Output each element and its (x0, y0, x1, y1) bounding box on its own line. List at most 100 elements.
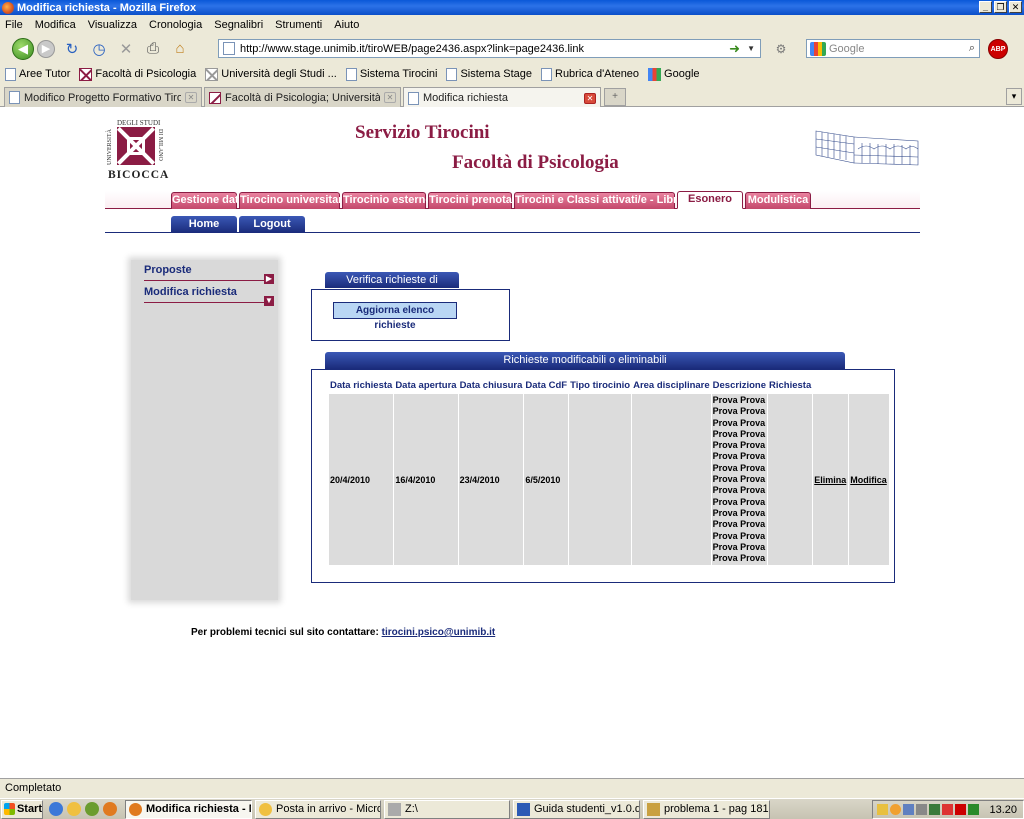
tab-modulistica[interactable]: Modulistica (745, 192, 811, 209)
menu-strumenti[interactable]: Strumenti (275, 19, 322, 31)
browser-tab[interactable]: Modifico Progetto Formativo Tirocinio I.… (4, 87, 202, 107)
cell-tipo-tirocinio (569, 394, 632, 565)
tray-security-icon[interactable] (929, 804, 940, 815)
browser-tab[interactable]: Facoltà di Psicologia; Università di Mil… (204, 87, 401, 107)
restore-button[interactable]: ❐ (994, 1, 1007, 13)
outlook-icon (259, 802, 272, 816)
refresh-requests-button[interactable]: Aggiorna elenco richieste (333, 302, 457, 331)
tray-acrobat-icon[interactable] (942, 804, 953, 815)
taskbar-item-label: Z:\ (405, 803, 418, 815)
bookmark-rubrica[interactable]: Rubrica d'Ateneo (541, 67, 639, 81)
delete-link[interactable]: Elimina (814, 475, 846, 485)
dropdown-icon[interactable]: ▼ (747, 44, 755, 53)
close-tab-icon[interactable]: ✕ (384, 92, 396, 103)
tab-esonero[interactable]: Esonero (677, 191, 743, 209)
clock: 13.20 (989, 803, 1017, 816)
tab-tirocinio-esterno[interactable]: Tirocinio esterno (342, 192, 432, 209)
tab-tirocini-prenotati[interactable]: Tirocini prenotati (428, 192, 519, 209)
tray-volume-icon[interactable] (916, 804, 927, 815)
cell-data-chiusura: 23/4/2010 (458, 394, 524, 565)
cell-data-apertura: 16/4/2010 (394, 394, 458, 565)
cell-data-richiesta: 20/4/2010 (329, 394, 394, 565)
tray-network-icon[interactable] (903, 804, 914, 815)
menu-visualizza[interactable]: Visualizza (88, 19, 137, 31)
start-button[interactable]: Start (1, 799, 43, 819)
page-icon (5, 67, 16, 81)
history-icon[interactable]: ◷ (88, 38, 110, 60)
close-tab-icon[interactable]: ✕ (584, 92, 596, 104)
sidebar-item-modifica-richiesta[interactable]: Modifica richiesta ▼ (144, 286, 274, 306)
window-title-bar: Modifica richiesta - Mozilla Firefox _ ❐… (0, 0, 1024, 15)
print-icon[interactable]: ⎙ (142, 38, 164, 60)
main-navigation: Gestione dati Tirocino universitario Tir… (105, 191, 920, 209)
home-tab[interactable]: Home (171, 216, 237, 233)
address-url: http://www.stage.unimib.it/tiroWEB/page2… (240, 42, 584, 55)
adblock-icon[interactable]: ABP (988, 39, 1008, 59)
tray-antivirus-icon[interactable] (955, 804, 966, 815)
tray-envelope-icon[interactable] (877, 804, 888, 815)
tab-gestione-dati[interactable]: Gestione dati (171, 192, 242, 209)
tray-outlook-icon[interactable] (890, 804, 901, 815)
system-tray: 13.20 (872, 800, 1024, 819)
bookmark-universita[interactable]: Università degli Studi ... (205, 67, 337, 81)
unimib-icon (79, 67, 93, 81)
menu-cronologia[interactable]: Cronologia (149, 19, 202, 31)
taskbar-item[interactable]: Posta in arrivo - Microsof... (255, 799, 381, 819)
home-icon[interactable]: ⌂ (169, 38, 191, 60)
close-tab-icon[interactable]: ✕ (185, 92, 197, 103)
bookmark-label: Università degli Studi ... (221, 68, 337, 80)
edit-link[interactable]: Modifica (850, 475, 887, 485)
google-icon[interactable] (810, 41, 826, 56)
search-icon[interactable]: ⌕ (969, 42, 975, 55)
media-player-icon[interactable] (85, 802, 99, 816)
logout-tab[interactable]: Logout (239, 216, 305, 233)
new-tab-button[interactable]: + (604, 88, 626, 106)
bookmark-facolta-psicologia[interactable]: Facoltà di Psicologia (79, 67, 196, 81)
column-header-empty (849, 378, 889, 393)
menu-file[interactable]: File (5, 19, 23, 31)
stop-icon[interactable]: ✕ (115, 38, 137, 60)
bookmark-aree-tutor[interactable]: Aree Tutor (5, 67, 70, 81)
close-window-button[interactable]: ✕ (1009, 1, 1022, 13)
minimize-button[interactable]: _ (979, 1, 992, 13)
sidebar-item-proposte[interactable]: Proposte ▶ (144, 264, 274, 284)
bookmark-sistema-tirocini[interactable]: Sistema Tirocini (345, 67, 437, 81)
tab-label: Modifico Progetto Formativo Tirocinio I.… (24, 91, 181, 104)
taskbar-item[interactable]: Guida studenti_v1.0.doc... (513, 799, 640, 819)
logo-text-top: DEGLI STUDI (117, 119, 161, 127)
menu-segnalibri[interactable]: Segnalibri (214, 19, 263, 31)
tab-tirocinio-universitario[interactable]: Tirocino universitario (239, 192, 352, 209)
taskbar-item-label: Modifica richiesta - M... (146, 803, 251, 815)
menu-modifica[interactable]: Modifica (35, 19, 76, 31)
ie-icon[interactable] (49, 802, 63, 816)
tray-app-icon[interactable] (968, 804, 979, 815)
taskbar: Start Modifica richiesta - M... Posta in… (0, 798, 1024, 819)
go-arrow-icon[interactable]: ➜ (729, 41, 740, 57)
extension-icon[interactable]: ⚙ (770, 38, 792, 60)
bookmark-google[interactable]: Google (648, 67, 700, 81)
firefox-icon[interactable] (103, 802, 117, 816)
address-bar[interactable]: http://www.stage.unimib.it/tiroWEB/page2… (218, 39, 761, 58)
taskbar-item[interactable]: Z:\ (384, 799, 510, 819)
taskbar-item[interactable]: problema 1 - pag 1817.b... (643, 799, 770, 819)
tab-list-icon[interactable]: ▾ (1006, 88, 1022, 105)
logo-emblem-icon (117, 127, 155, 165)
bookmark-sistema-stage[interactable]: Sistema Stage (446, 67, 532, 81)
search-box[interactable]: Google ⌕ (806, 39, 980, 58)
browser-tab-active[interactable]: Modifica richiesta ✕ (403, 87, 601, 108)
word-doc-icon (517, 802, 530, 816)
support-email-link[interactable]: tirocini.psico@unimib.it (382, 627, 496, 638)
forward-button[interactable]: ▶ (37, 39, 55, 58)
column-header: Data apertura (395, 380, 457, 391)
taskbar-item[interactable]: Modifica richiesta - M... (125, 799, 252, 819)
back-button[interactable]: ◀ (12, 37, 34, 60)
outlook-icon[interactable] (67, 802, 81, 816)
image-icon (647, 802, 660, 816)
logo-text-bottom: BICOCCA (108, 169, 170, 181)
sidebar: Proposte ▶ Modifica richiesta ▼ (131, 260, 278, 600)
logo-text-right: DI MILANO (157, 129, 163, 161)
tab-tirocini-classi[interactable]: Tirocini e Classi attivati/e - Libretti (514, 192, 694, 209)
page-icon (223, 42, 235, 55)
menu-aiuto[interactable]: Aiuto (334, 19, 359, 31)
reload-icon[interactable]: ↻ (61, 38, 83, 60)
